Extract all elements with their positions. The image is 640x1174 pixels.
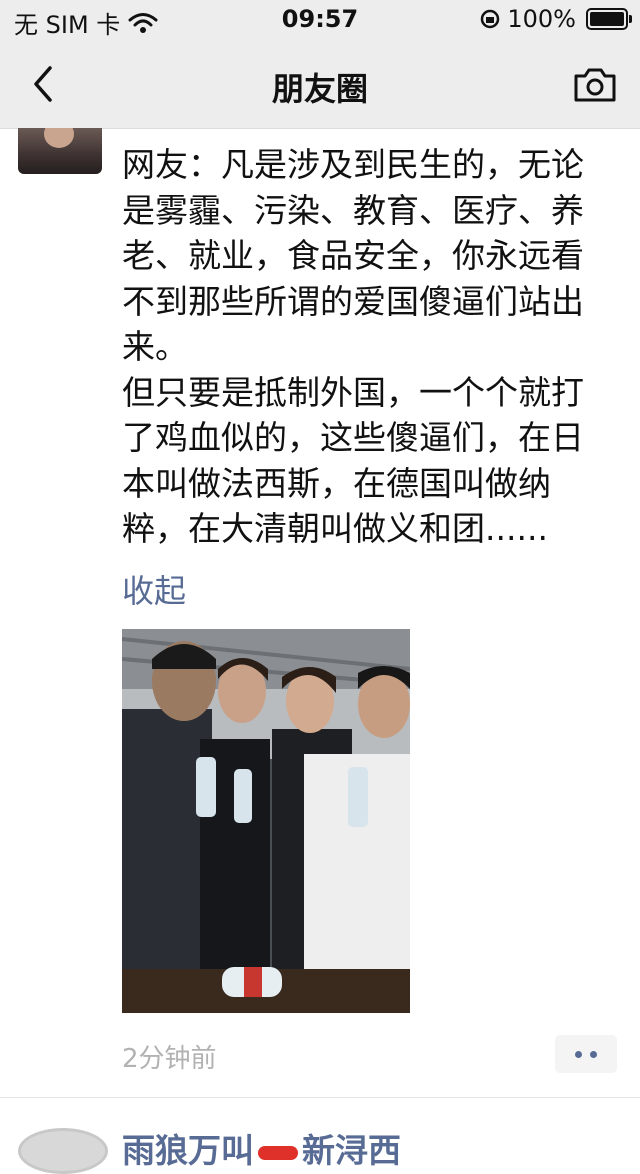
poster-avatar[interactable] [18,128,102,174]
next-name-part1: 雨狼万叫 [122,1131,254,1170]
battery-icon [586,8,632,30]
battery-percent: 100% [507,5,576,33]
page-title: 朋友圈 [271,70,368,108]
orientation-lock-icon [481,9,500,29]
post-timestamp: 2分钟前 [122,1044,217,1074]
post-content: 网友：凡是涉及到民生的，无论是雾霾、污染、教育、医疗、养老、就业，食品安全，你永… [122,142,612,552]
collapse-link[interactable]: 收起 [122,566,186,612]
status-bar: 无 SIM 卡 09:57 100% [0,0,640,40]
more-dots-icon [575,1051,582,1058]
camera-button[interactable] [572,62,618,108]
next-name-part2: 新浔西 [302,1131,401,1170]
more-actions-button[interactable] [555,1035,617,1073]
photo-illustration [122,629,410,1013]
nav-bar: 朋友圈 [0,40,640,129]
post-photo[interactable] [122,629,410,1013]
more-dots-icon [590,1051,597,1058]
post-paragraph-1: 网友：凡是涉及到民生的，无论是雾霾、污染、教育、医疗、养老、就业，食品安全，你永… [122,145,584,366]
next-poster-avatar[interactable] [18,1128,108,1174]
avatar-face [44,128,74,148]
next-poster-name[interactable]: 雨狼万叫 新浔西 [122,1124,401,1172]
post-paragraph-2: 但只要是抵制外国，一个个就打了鸡血似的，这些傻逼们，在日本叫做法西斯，在德国叫做… [122,372,584,549]
camera-icon [574,68,616,102]
emoji-icon [258,1145,298,1160]
post-divider [0,1097,640,1098]
battery-group: 100% [479,5,632,33]
